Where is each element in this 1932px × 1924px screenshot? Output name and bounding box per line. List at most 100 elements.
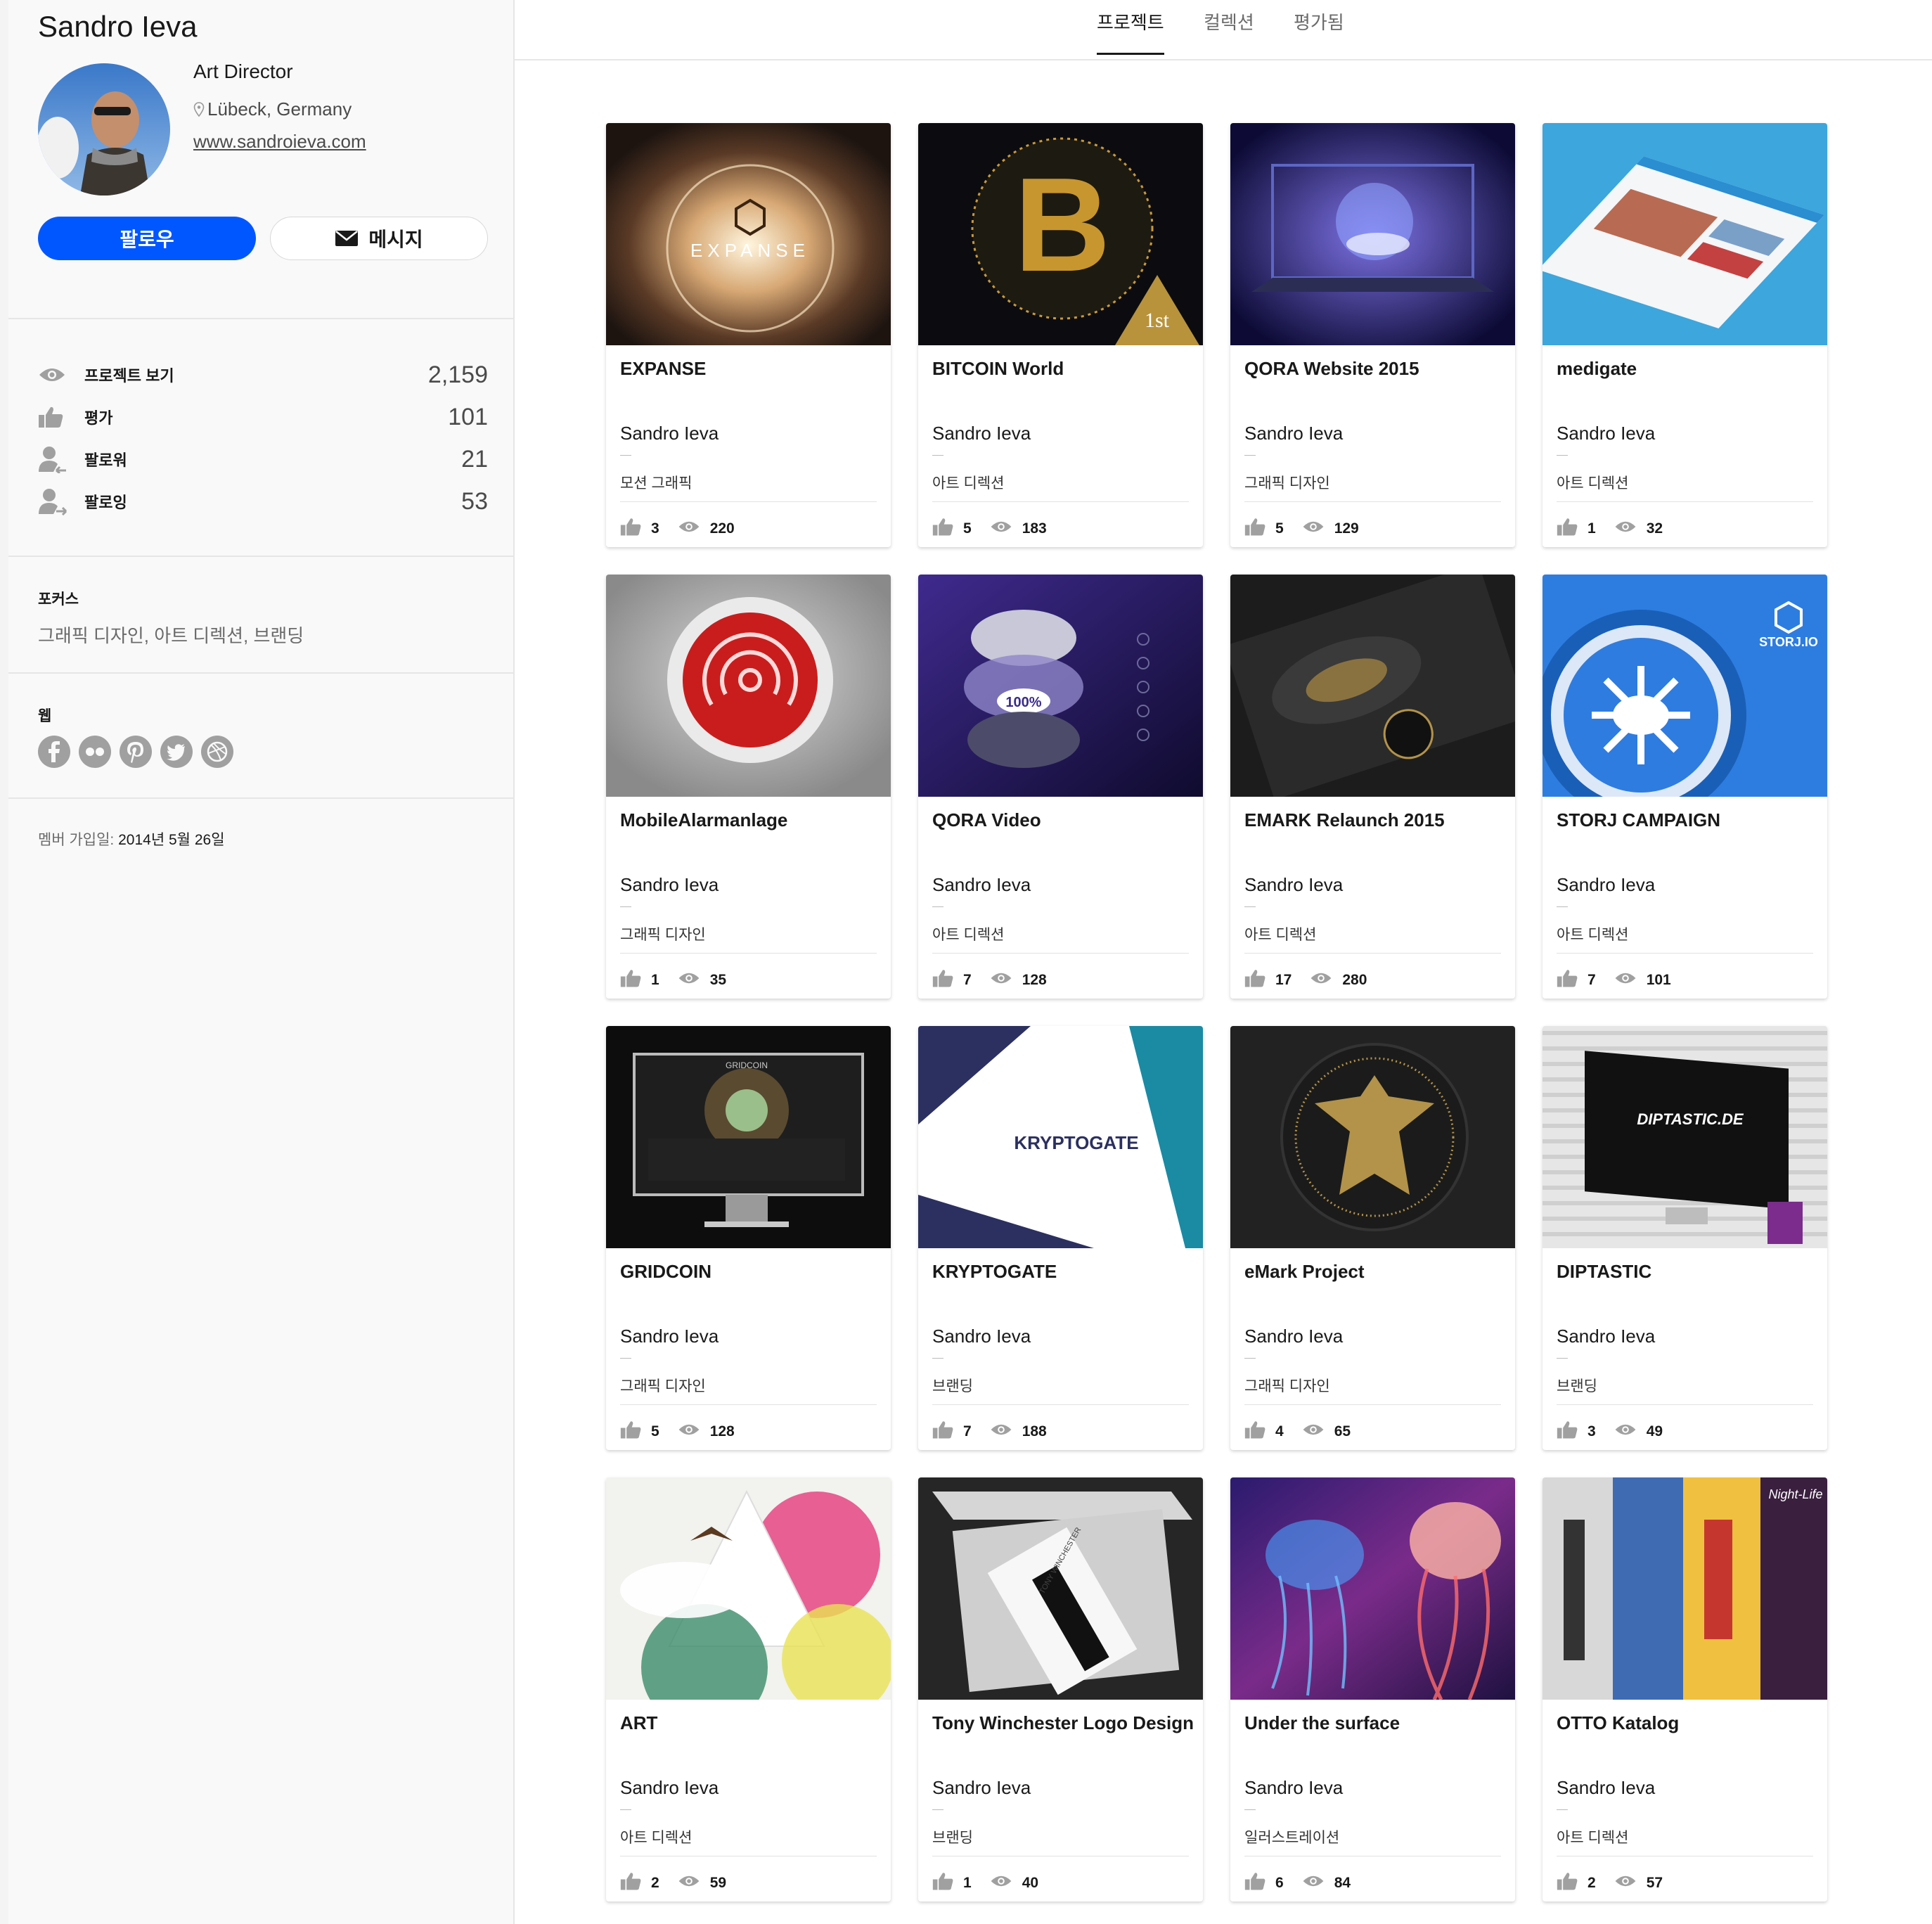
project-card[interactable]: eMark Project Sandro Ieva 그래픽 디자인 4 65 <box>1230 1026 1515 1450</box>
project-title[interactable]: Tony Winchester Logo Design <box>932 1712 1194 1734</box>
tab-projects[interactable]: 프로젝트 <box>1097 8 1164 55</box>
project-thumbnail[interactable]: 100% <box>918 575 1203 797</box>
project-card[interactable]: GRIDCOIN GRIDCOIN Sandro Ieva 그래픽 디자인 5 … <box>606 1026 891 1450</box>
project-thumbnail[interactable] <box>1230 1477 1515 1700</box>
divider <box>8 318 513 319</box>
project-title[interactable]: ART <box>620 1712 657 1734</box>
project-thumbnail[interactable]: TONY WINCHESTER <box>918 1477 1203 1700</box>
project-thumbnail[interactable] <box>1230 575 1515 797</box>
project-owner[interactable]: Sandro Ieva <box>1557 423 1655 444</box>
thumbs-up-icon <box>620 517 641 541</box>
project-title[interactable]: DIPTASTIC <box>1557 1261 1651 1283</box>
project-title[interactable]: STORJ CAMPAIGN <box>1557 809 1720 831</box>
follow-button[interactable]: 팔로우 <box>38 217 256 260</box>
project-title[interactable]: BITCOIN World <box>932 358 1064 380</box>
project-card[interactable]: medigate Sandro Ieva 아트 디렉션 1 32 <box>1543 123 1827 547</box>
dribbble-icon[interactable] <box>201 736 233 768</box>
project-field[interactable]: 아트 디렉션 <box>932 923 1004 944</box>
flickr-icon[interactable] <box>79 736 111 768</box>
project-views: 49 <box>1646 1423 1663 1439</box>
project-field[interactable]: 모션 그래픽 <box>620 472 692 493</box>
project-thumbnail[interactable]: EXPANSE <box>606 123 891 345</box>
project-card[interactable]: Night-Life OTTO Katalog Sandro Ieva 아트 디… <box>1543 1477 1827 1901</box>
project-views: 59 <box>709 1875 727 1891</box>
profile-website-link[interactable]: www.sandroieva.com <box>193 131 366 153</box>
project-thumbnail[interactable]: STORJ.IO <box>1543 575 1827 797</box>
project-owner[interactable]: Sandro Ieva <box>620 1777 719 1799</box>
project-card[interactable]: DIPTASTIC.DE DIPTASTIC Sandro Ieva 브랜딩 3… <box>1543 1026 1827 1450</box>
project-owner[interactable]: Sandro Ieva <box>1244 874 1343 896</box>
project-thumbnail[interactable] <box>606 1477 891 1700</box>
project-field[interactable]: 브랜딩 <box>1557 1375 1597 1396</box>
project-field[interactable]: 그래픽 디자인 <box>620 923 706 944</box>
project-views: 40 <box>1022 1875 1039 1891</box>
project-owner[interactable]: Sandro Ieva <box>1244 1777 1343 1799</box>
project-card[interactable]: MobileAlarmanlage Sandro Ieva 그래픽 디자인 1 … <box>606 575 891 999</box>
stat-project-views: 프로젝트 보기 2,159 <box>38 357 488 392</box>
project-thumbnail[interactable] <box>1230 1026 1515 1248</box>
project-title[interactable]: GRIDCOIN <box>620 1261 711 1283</box>
project-owner[interactable]: Sandro Ieva <box>932 423 1031 444</box>
tab-collections[interactable]: 컬렉션 <box>1204 8 1254 53</box>
project-field[interactable]: 브랜딩 <box>932 1826 973 1847</box>
project-owner[interactable]: Sandro Ieva <box>1557 874 1655 896</box>
project-title[interactable]: Under the surface <box>1244 1712 1400 1734</box>
project-card[interactable]: ART Sandro Ieva 아트 디렉션 2 59 <box>606 1477 891 1901</box>
project-field[interactable]: 그래픽 디자인 <box>1244 1375 1330 1396</box>
project-field[interactable]: 아트 디렉션 <box>1557 923 1628 944</box>
project-card[interactable]: EXPANSE EXPANSE Sandro Ieva 모션 그래픽 3 220 <box>606 123 891 547</box>
project-title[interactable]: QORA Video <box>932 809 1041 831</box>
project-thumbnail[interactable]: B 1st <box>918 123 1203 345</box>
project-thumbnail[interactable] <box>1543 123 1827 345</box>
project-owner[interactable]: Sandro Ieva <box>620 423 719 444</box>
project-card[interactable]: KRYPTOGATE KRYPTOGATE Sandro Ieva 브랜딩 7 … <box>918 1026 1203 1450</box>
tab-appreciated[interactable]: 평가됨 <box>1294 8 1344 53</box>
project-field[interactable]: 아트 디렉션 <box>1244 923 1316 944</box>
project-thumbnail[interactable] <box>606 575 891 797</box>
project-field[interactable]: 브랜딩 <box>932 1375 973 1396</box>
project-owner[interactable]: Sandro Ieva <box>620 1326 719 1347</box>
project-thumbnail[interactable]: KRYPTOGATE <box>918 1026 1203 1248</box>
project-likes: 7 <box>963 1423 972 1439</box>
project-title[interactable]: QORA Website 2015 <box>1244 358 1419 380</box>
facebook-icon[interactable] <box>38 736 70 768</box>
project-card[interactable]: Under the surface Sandro Ieva 일러스트레이션 6 … <box>1230 1477 1515 1901</box>
project-field[interactable]: 그래픽 디자인 <box>620 1375 706 1396</box>
message-button[interactable]: 메시지 <box>270 217 488 260</box>
project-card[interactable]: 100% QORA Video Sandro Ieva 아트 디렉션 7 128 <box>918 575 1203 999</box>
project-field[interactable]: 아트 디렉션 <box>620 1826 692 1847</box>
project-title[interactable]: MobileAlarmanlage <box>620 809 787 831</box>
project-stats: 2 57 <box>1557 1871 1663 1895</box>
project-card[interactable]: EMARK Relaunch 2015 Sandro Ieva 아트 디렉션 1… <box>1230 575 1515 999</box>
project-owner[interactable]: Sandro Ieva <box>1244 1326 1343 1347</box>
project-title[interactable]: eMark Project <box>1244 1261 1365 1283</box>
project-owner[interactable]: Sandro Ieva <box>1244 423 1343 444</box>
project-owner[interactable]: Sandro Ieva <box>1557 1326 1655 1347</box>
project-card[interactable]: QORA Website 2015 Sandro Ieva 그래픽 디자인 5 … <box>1230 123 1515 547</box>
project-field[interactable]: 아트 디렉션 <box>1557 1826 1628 1847</box>
project-title[interactable]: medigate <box>1557 358 1637 380</box>
project-card[interactable]: TONY WINCHESTER Tony Winchester Logo Des… <box>918 1477 1203 1901</box>
project-title[interactable]: KRYPTOGATE <box>932 1261 1057 1283</box>
project-field[interactable]: 아트 디렉션 <box>1557 472 1628 493</box>
twitter-icon[interactable] <box>160 736 193 768</box>
project-thumbnail[interactable] <box>1230 123 1515 345</box>
project-card[interactable]: STORJ.IO STORJ CAMPAIGN Sandro Ieva 아트 디… <box>1543 575 1827 999</box>
project-thumbnail[interactable]: Night-Life <box>1543 1477 1827 1700</box>
project-field[interactable]: 그래픽 디자인 <box>1244 472 1330 493</box>
project-owner[interactable]: Sandro Ieva <box>932 1326 1031 1347</box>
project-owner[interactable]: Sandro Ieva <box>620 874 719 896</box>
project-owner[interactable]: Sandro Ieva <box>1557 1777 1655 1799</box>
project-field[interactable]: 아트 디렉션 <box>932 472 1004 493</box>
project-owner[interactable]: Sandro Ieva <box>932 874 1031 896</box>
project-field[interactable]: 일러스트레이션 <box>1244 1826 1339 1847</box>
project-thumbnail[interactable]: GRIDCOIN <box>606 1026 891 1248</box>
pinterest-icon[interactable] <box>120 736 152 768</box>
project-title[interactable]: OTTO Katalog <box>1557 1712 1679 1734</box>
project-title[interactable]: EXPANSE <box>620 358 706 380</box>
project-owner[interactable]: Sandro Ieva <box>932 1777 1031 1799</box>
project-title[interactable]: EMARK Relaunch 2015 <box>1244 809 1445 831</box>
project-thumbnail[interactable]: DIPTASTIC.DE <box>1543 1026 1827 1248</box>
avatar[interactable] <box>38 63 170 195</box>
project-card[interactable]: B 1st BITCOIN World Sandro Ieva 아트 디렉션 5… <box>918 123 1203 547</box>
